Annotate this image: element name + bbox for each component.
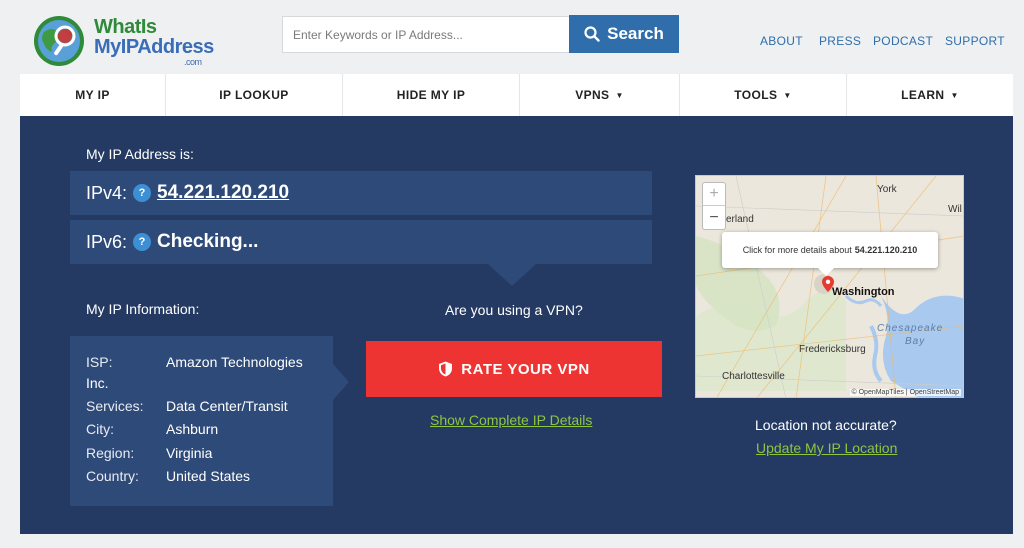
tooltip-ip: 54.221.120.210 — [854, 245, 918, 255]
map-label-charlottesville: Charlottesville — [722, 371, 785, 382]
city-value: Ashburn — [166, 421, 219, 437]
isp-label: ISP: — [86, 354, 113, 370]
location-map[interactable]: + − York erland Wil Click for more detai… — [695, 175, 964, 398]
isp-value-cont: Inc. — [86, 375, 109, 391]
caret-down-icon: ▼ — [615, 90, 624, 100]
map-label-york: York — [877, 184, 897, 195]
tooltip-arrow — [818, 268, 834, 276]
nav-vpns[interactable]: VPNS ▼ — [520, 74, 680, 116]
press-link[interactable]: PRESS — [819, 34, 861, 48]
about-link[interactable]: ABOUT — [760, 34, 803, 48]
ip-info-heading: My IP Information: — [86, 301, 200, 317]
map-zoom-control: + − — [702, 182, 726, 230]
nav-vpns-label: VPNS — [575, 88, 610, 102]
nav-tools[interactable]: TOOLS ▼ — [680, 74, 847, 116]
services-value: Data Center/Transit — [166, 398, 288, 414]
location-question: Location not accurate? — [755, 417, 897, 433]
caret-down-icon: ▼ — [950, 90, 959, 100]
help-icon[interactable]: ? — [133, 233, 152, 251]
ipv4-label: IPv4: — [86, 182, 128, 203]
nav-ip-lookup-label: IP LOOKUP — [219, 88, 289, 102]
nav-hide-my-ip[interactable]: HIDE MY IP — [343, 74, 520, 116]
ip-panel: My IP Address is: IPv4: ? 54.221.120.210… — [20, 116, 1013, 534]
caret-down-icon: ▼ — [783, 90, 792, 100]
support-link[interactable]: SUPPORT — [945, 34, 1005, 48]
complete-ip-details-link[interactable]: Show Complete IP Details — [430, 412, 592, 428]
map-label-bay: Bay — [905, 336, 926, 347]
nav-hide-my-ip-label: HIDE MY IP — [396, 88, 466, 102]
nav-learn[interactable]: LEARN ▼ — [847, 74, 1013, 116]
header: WhatIs MyIPAddress .com Search ABOUT PRE… — [0, 0, 1024, 74]
vpn-question: Are you using a VPN? — [445, 302, 583, 318]
services-label: Services: — [86, 398, 144, 414]
zoom-out-button[interactable]: − — [703, 206, 725, 229]
rate-vpn-label: RATE YOUR VPN — [461, 360, 590, 378]
map-label-wil: Wil — [948, 204, 962, 215]
rate-vpn-button[interactable]: RATE YOUR VPN — [366, 341, 662, 397]
map-label-fredericksburg: Fredericksburg — [799, 344, 866, 355]
ip-info-box: ISP: Amazon Technologies Inc. Services: … — [70, 336, 333, 506]
country-label: Country: — [86, 468, 139, 484]
update-location-link[interactable]: Update My IP Location — [756, 440, 897, 456]
nav-ip-lookup[interactable]: IP LOOKUP — [166, 74, 343, 116]
logo-line3: .com — [184, 57, 202, 67]
info-pointer — [333, 364, 349, 400]
region-value: Virginia — [166, 445, 213, 461]
nav-learn-label: LEARN — [901, 88, 945, 102]
country-value: United States — [166, 468, 251, 484]
nav-my-ip[interactable]: MY IP — [20, 74, 166, 116]
main-nav: MY IP IP LOOKUP HIDE MY IP VPNS ▼ TOOLS ▼ … — [20, 74, 1013, 116]
map-label-chesapeake: Chesapeake — [877, 323, 944, 334]
help-icon[interactable]: ? — [133, 184, 152, 202]
ipv6-label: IPv6: — [86, 231, 128, 252]
ipv4-address[interactable]: 54.221.120.210 — [157, 182, 289, 204]
ipv6-address: Checking... — [157, 231, 259, 252]
top-links: ABOUT PRESS PODCAST SUPPORT — [0, 34, 1024, 50]
nav-my-ip-label: MY IP — [75, 88, 110, 102]
map-attribution[interactable]: © OpenMapTiles | OpenStreetMap — [849, 389, 961, 396]
ipv4-row: IPv4: ? 54.221.120.210 — [70, 171, 652, 215]
shield-icon — [439, 361, 453, 377]
map-label-washington: Washington — [832, 286, 895, 298]
isp-value: Amazon Technologies — [166, 354, 303, 370]
pointer-notch — [488, 264, 536, 286]
podcast-link[interactable]: PODCAST — [873, 34, 933, 48]
region-label: Region: — [86, 445, 135, 461]
map-tooltip[interactable]: Click for more details about 54.221.120.2… — [722, 232, 938, 268]
city-label: City: — [86, 421, 114, 437]
zoom-in-button[interactable]: + — [703, 183, 725, 206]
map-label-erland: erland — [726, 214, 754, 225]
tooltip-text: Click for more details about — [742, 245, 852, 255]
nav-tools-label: TOOLS — [734, 88, 778, 102]
ip-heading: My IP Address is: — [86, 146, 194, 162]
ipv6-row: IPv6: ? Checking... — [70, 220, 652, 264]
